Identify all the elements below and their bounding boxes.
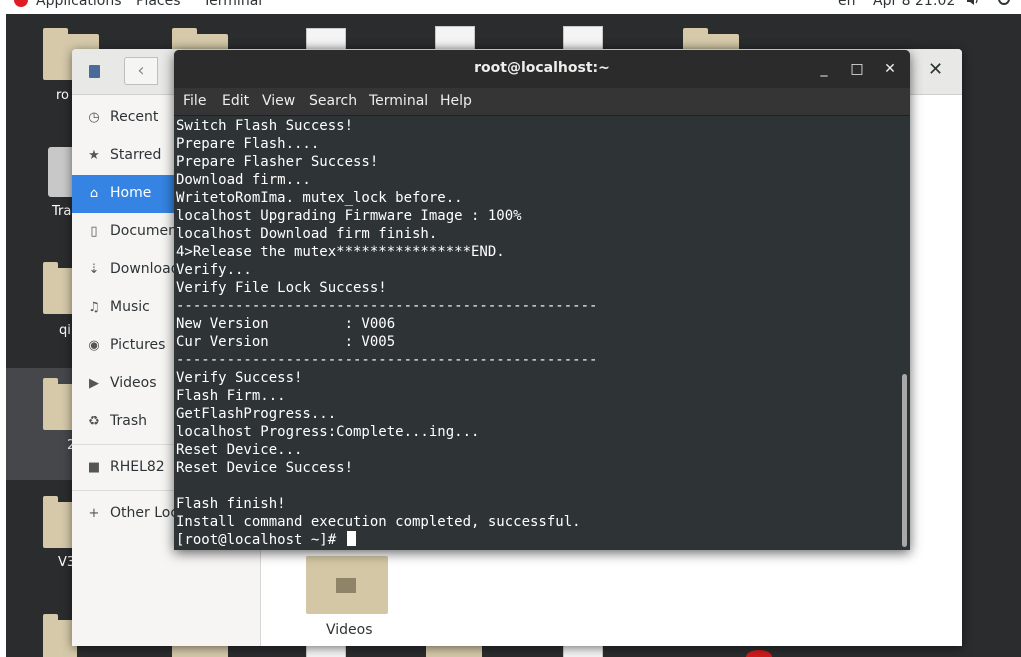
sidebar-item-label: Videos	[110, 375, 157, 391]
clock[interactable]: Apr 8 21:02	[873, 0, 955, 9]
menu-view[interactable]: View	[262, 93, 295, 109]
window-title: root@localhost:~	[474, 60, 610, 76]
terminal-app-menu[interactable]: Terminal	[203, 0, 262, 9]
desktop-icon-label: Tra	[52, 204, 72, 219]
terminal-line: Verify File Lock Success!	[176, 280, 387, 296]
sidebar-item-label: Music	[110, 299, 150, 315]
terminal-line: ----------------------------------------…	[176, 352, 598, 368]
folder-label: Videos	[326, 622, 373, 638]
terminal-line: Verify...	[176, 262, 252, 278]
terminal-line: Install command execution completed, suc…	[176, 514, 581, 530]
home-icon: ⌂	[89, 186, 99, 201]
trash-icon: ♻	[88, 414, 100, 429]
terminal-line: Flash Firm...	[176, 388, 286, 404]
menu-search[interactable]: Search	[309, 93, 357, 109]
redhat-logo-icon	[14, 0, 28, 7]
menu-edit[interactable]: Edit	[222, 93, 249, 109]
menu-help[interactable]: Help	[440, 93, 472, 109]
terminal-line: Cur Version : V005	[176, 334, 396, 350]
video-camera-icon	[336, 578, 356, 593]
terminal-scrollbar[interactable]	[900, 116, 910, 550]
terminal-line: ----------------------------------------…	[176, 298, 598, 314]
download-icon: ⇣	[88, 262, 100, 277]
terminal-line: Switch Flash Success!	[176, 118, 354, 134]
volume-icon[interactable]	[967, 0, 979, 5]
terminal-line: Prepare Flasher Success!	[176, 154, 379, 170]
close-button[interactable]: ✕	[880, 59, 900, 79]
terminal-line: 4>Release the mutex****************END.	[176, 244, 505, 260]
star-icon: ★	[88, 148, 100, 163]
shell-prompt: [root@localhost ~]#	[176, 532, 345, 548]
sidebar-item-label: RHEL82	[110, 459, 165, 475]
terminal-output[interactable]: Switch Flash Success! Prepare Flash.... …	[174, 116, 900, 550]
applications-menu[interactable]: Applications	[36, 0, 122, 9]
sidebar-item-label: Home	[110, 185, 152, 201]
text-cursor	[346, 531, 356, 546]
terminal-window: root@localhost:~ _ □ ✕ File Edit View Se…	[174, 50, 910, 550]
sidebar-item-label: Starred	[110, 147, 162, 163]
sidebar-item-label: Recent	[110, 109, 159, 125]
terminal-line: Download firm...	[176, 172, 311, 188]
sidebar-item-label: Document	[110, 223, 183, 239]
terminal-line: localhost Upgrading Firmware Image : 100…	[176, 208, 522, 224]
red-app-icon[interactable]	[746, 650, 772, 657]
terminal-line: GetFlashProgress...	[176, 406, 337, 422]
sidebar-item-label: Trash	[110, 413, 147, 429]
terminal-prompt-line: [root@localhost ~]#	[176, 531, 356, 549]
clock-icon: ◷	[88, 110, 100, 125]
video-icon: ▶	[89, 376, 99, 391]
terminal-line: localhost Progress:Complete...ing...	[176, 424, 480, 440]
places-menu[interactable]: Places	[136, 0, 181, 9]
plus-icon: +	[88, 506, 100, 521]
sidebar-item-label: Other Loc	[110, 505, 179, 521]
terminal-line: Flash finish!	[176, 496, 286, 512]
back-button[interactable]: ‹	[124, 57, 158, 85]
terminal-line: Verify Success!	[176, 370, 303, 386]
menu-file[interactable]: File	[183, 93, 206, 109]
terminal-line: WritetoRomIma. mutex_lock before..	[176, 190, 463, 206]
menu-terminal[interactable]: Terminal	[369, 93, 428, 109]
sidebar-item-label: Pictures	[110, 337, 166, 353]
terminal-line: New Version : V006	[176, 316, 396, 332]
terminal-menubar: File Edit View Search Terminal Help	[174, 88, 910, 116]
desktop-icon-label: ro	[56, 88, 70, 103]
terminal-line: Reset Device Success!	[176, 460, 354, 476]
terminal-line: Reset Device...	[176, 442, 303, 458]
document-icon: ▯	[90, 224, 98, 239]
scrollbar-thumb[interactable]	[902, 374, 907, 547]
top-bar: Applications Places Terminal en Apr 8 21…	[0, 0, 1021, 14]
camera-icon: ◉	[88, 338, 100, 353]
sidebar-item-label: Download	[110, 261, 180, 277]
desktop-icon-label: qi	[59, 323, 71, 338]
files-close-button[interactable]: ✕	[928, 59, 943, 80]
music-icon: ♫	[88, 300, 100, 315]
language-indicator[interactable]: en	[838, 0, 856, 9]
trash-can-icon[interactable]	[48, 147, 74, 197]
minimize-button[interactable]: _	[814, 59, 834, 79]
maximize-button[interactable]: □	[847, 59, 867, 79]
power-icon[interactable]	[998, 0, 1010, 5]
terminal-line: Prepare Flash....	[176, 136, 320, 152]
sidebar-toggle-icon[interactable]	[89, 65, 100, 78]
drive-icon: ■	[87, 460, 101, 475]
terminal-titlebar[interactable]: root@localhost:~ _ □ ✕	[174, 50, 910, 88]
terminal-line: localhost Download firm finish.	[176, 226, 438, 242]
videos-folder-icon[interactable]	[306, 556, 388, 614]
